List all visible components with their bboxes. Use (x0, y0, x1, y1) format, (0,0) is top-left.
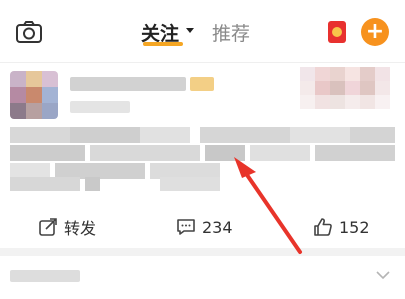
next-feed-card[interactable] (0, 256, 405, 299)
like-button[interactable]: 152 (313, 208, 370, 246)
next-card-text-pixelated (10, 270, 80, 282)
card-divider (0, 248, 405, 256)
post-text-pixelated[interactable] (10, 127, 395, 193)
comment-count: 234 (202, 217, 233, 237)
comment-icon (177, 219, 195, 235)
post-action-bar: 转发 234 152 (0, 208, 405, 246)
feed-post-card[interactable]: 转发 234 152 (0, 62, 405, 248)
chevron-down-icon[interactable] (186, 28, 194, 33)
repost-icon (39, 218, 57, 236)
red-packet-icon[interactable] (328, 21, 346, 43)
post-thumbnail-pixelated[interactable] (300, 67, 390, 109)
thumbs-up-icon (314, 218, 332, 236)
avatar[interactable] (10, 71, 58, 119)
plus-icon[interactable]: + (361, 18, 389, 46)
camera-icon[interactable] (15, 20, 43, 44)
active-tab-indicator (143, 42, 183, 46)
repost-label: 转发 (64, 219, 97, 238)
post-meta-pixelated (70, 101, 130, 113)
repost-button[interactable]: 转发 (38, 208, 96, 246)
comment-button[interactable]: 234 (176, 208, 233, 246)
like-count: 152 (339, 217, 370, 237)
chevron-down-icon[interactable] (374, 266, 392, 284)
vip-badge-pixelated (190, 77, 214, 91)
username-pixelated[interactable] (70, 77, 186, 91)
tab-recommend[interactable]: 推荐 (212, 19, 250, 46)
top-bar: 关注 推荐 + (0, 0, 405, 62)
